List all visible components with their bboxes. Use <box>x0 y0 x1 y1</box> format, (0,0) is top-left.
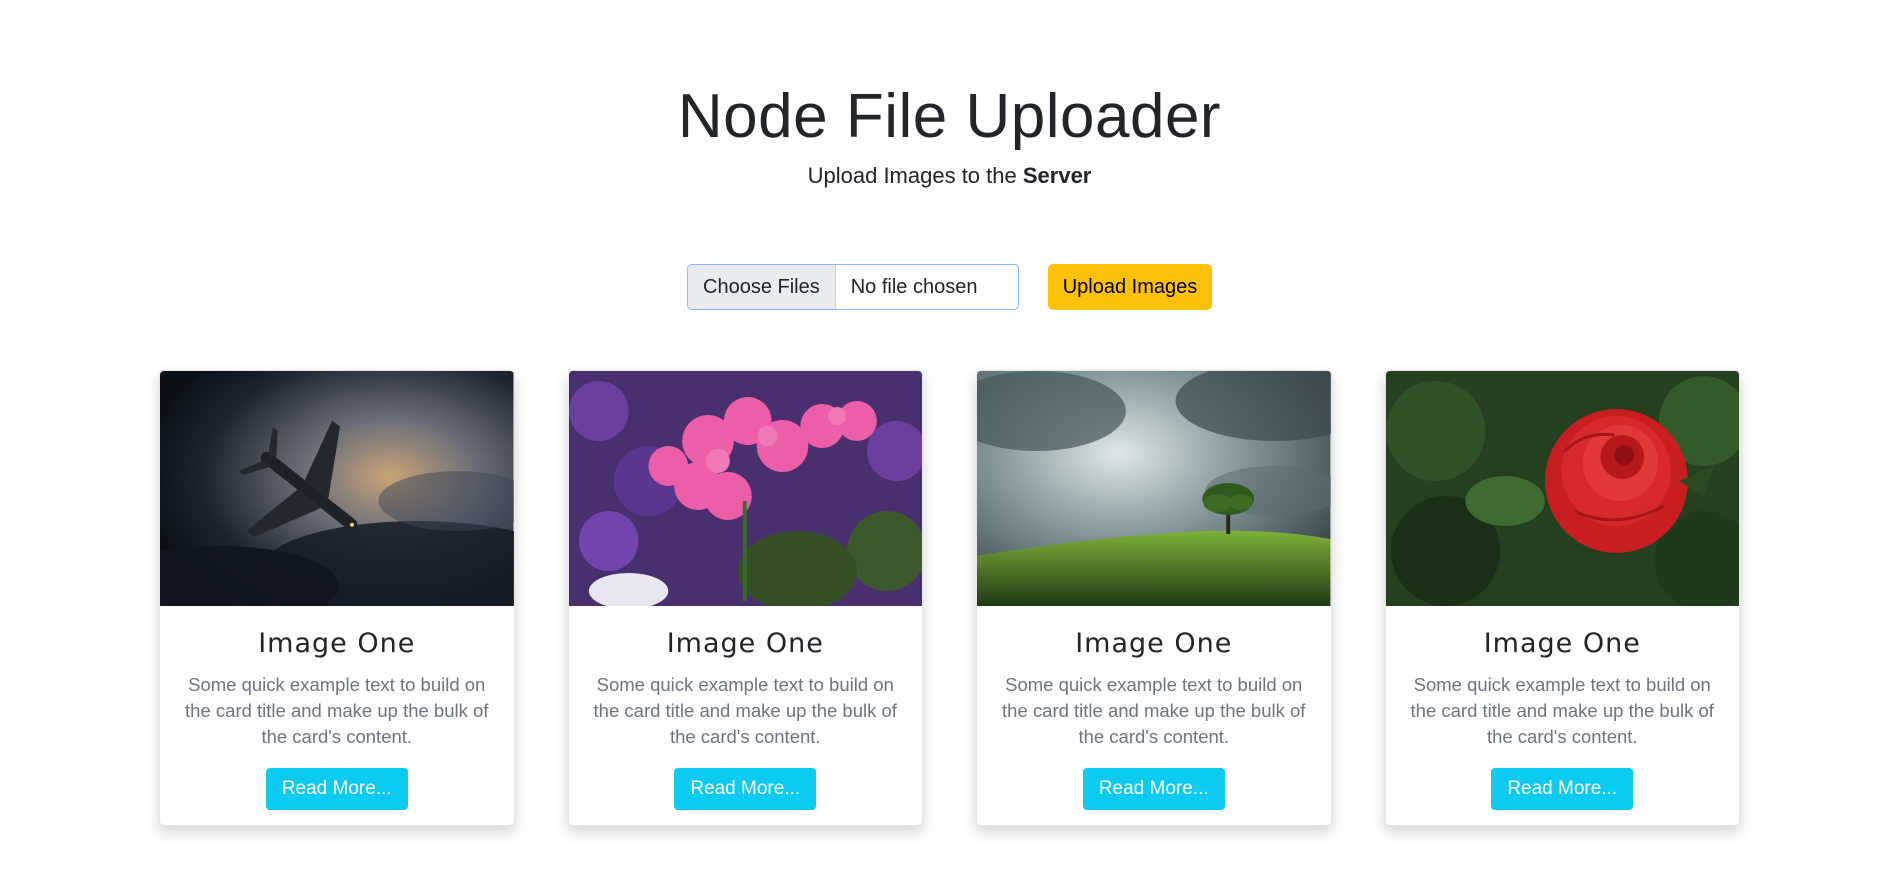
read-more-button[interactable]: Read More... <box>1082 768 1225 810</box>
file-status-text: No file chosen <box>850 275 978 298</box>
image-card: Image One Some quick example text to bui… <box>567 370 923 826</box>
page: Node File Uploader Upload Images to the … <box>0 0 1899 881</box>
card-body: Image One Some quick example text to bui… <box>160 606 514 810</box>
read-more-button[interactable]: Read More... <box>265 768 408 810</box>
card-title: Image One <box>1483 628 1641 659</box>
card-body: Image One Some quick example text to bui… <box>1386 606 1740 810</box>
read-more-button[interactable]: Read More... <box>674 768 817 810</box>
card-title: Image One <box>258 628 416 659</box>
card-body: Image One Some quick example text to bui… <box>977 606 1331 810</box>
page-title: Node File Uploader <box>677 82 1222 151</box>
image-card: Image One Some quick example text to bui… <box>976 370 1332 826</box>
image-card: Image One Some quick example text to bui… <box>159 370 515 826</box>
read-more-button[interactable]: Read More... <box>1491 768 1634 810</box>
card-text: Some quick example text to build on the … <box>1002 674 1306 747</box>
card-text: Some quick example text to build on the … <box>1410 674 1714 747</box>
image-card: Image One Some quick example text to bui… <box>1384 370 1740 826</box>
page-subtitle: Upload Images to the Server <box>0 162 1899 190</box>
hero-header: Node File Uploader Upload Images to the … <box>0 84 1899 190</box>
card-title: Image One <box>666 628 824 659</box>
subtitle-text: Upload Images to the <box>807 163 1023 188</box>
airplane-in-clouds-image <box>160 371 514 606</box>
file-input[interactable]: Choose Files No file chosen <box>687 264 1019 310</box>
choose-files-button[interactable]: Choose Files <box>688 265 836 309</box>
pink-geranium-flowers-image <box>568 371 922 606</box>
image-cards: Image One Some quick example text to bui… <box>159 370 1740 826</box>
upload-images-button[interactable]: Upload Images <box>1048 264 1212 310</box>
tree-on-hill-storm-image <box>977 371 1331 606</box>
card-text: Some quick example text to build on the … <box>185 674 489 747</box>
subtitle-bold: Server <box>1022 163 1092 188</box>
card-body: Image One Some quick example text to bui… <box>569 606 923 810</box>
card-title: Image One <box>1075 628 1233 659</box>
red-rose-image <box>1385 371 1739 606</box>
card-text: Some quick example text to build on the … <box>593 674 897 747</box>
upload-form: Choose Files No file chosen Upload Image… <box>0 264 1899 310</box>
